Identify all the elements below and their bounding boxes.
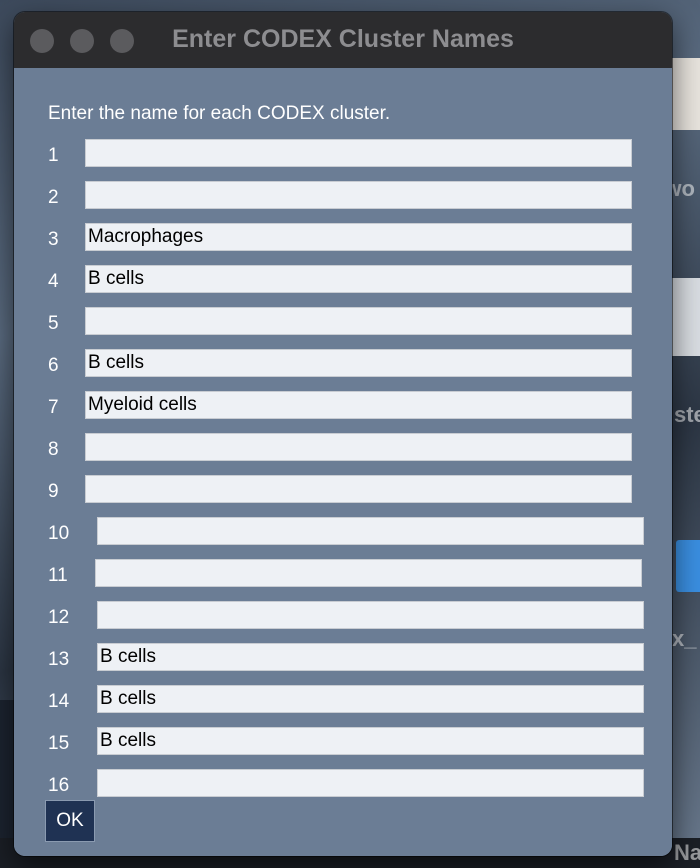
cluster-number-label: 8 — [48, 439, 59, 460]
cluster-name-input[interactable] — [85, 223, 632, 251]
cluster-number-label: 11 — [48, 565, 68, 586]
cluster-number-label: 9 — [48, 481, 59, 502]
cluster-name-input[interactable] — [85, 349, 632, 377]
cluster-number-label: 12 — [48, 607, 70, 628]
cluster-number-label: 2 — [48, 187, 59, 208]
cluster-name-input[interactable] — [85, 475, 632, 503]
cluster-name-input[interactable] — [85, 265, 632, 293]
cluster-number-label: 6 — [48, 355, 59, 376]
cluster-number-label: 1 — [48, 145, 59, 166]
cluster-number-label: 10 — [48, 523, 70, 544]
cluster-name-input[interactable] — [85, 181, 632, 209]
window-title: Enter CODEX Cluster Names — [172, 25, 514, 53]
cluster-number-label: 4 — [48, 271, 59, 292]
title-bar: Enter CODEX Cluster Names — [14, 12, 672, 69]
cluster-number-label: 14 — [48, 691, 70, 712]
background-thumbnail — [672, 278, 700, 356]
cluster-number-label: 7 — [48, 397, 59, 418]
cluster-name-input[interactable] — [97, 769, 644, 797]
cluster-name-input[interactable] — [85, 307, 632, 335]
background-thumbnail — [672, 58, 700, 130]
background-window-edge — [676, 540, 700, 592]
cluster-number-label: 13 — [48, 649, 70, 670]
cluster-name-input[interactable] — [85, 433, 632, 461]
background-label: x_ — [672, 626, 697, 651]
dialog-content: Enter the name for each CODEX cluster. 1… — [14, 68, 672, 856]
background-label: Na — [674, 840, 700, 865]
cluster-name-input[interactable] — [85, 391, 632, 419]
cluster-name-input[interactable] — [97, 685, 644, 713]
cluster-name-input[interactable] — [97, 601, 644, 629]
ok-button[interactable]: OK — [45, 800, 95, 842]
cluster-name-input[interactable] — [95, 559, 642, 587]
instruction-text: Enter the name for each CODEX cluster. — [48, 103, 391, 124]
cluster-name-input[interactable] — [85, 139, 632, 167]
cluster-number-label: 15 — [48, 733, 70, 754]
cluster-number-label: 3 — [48, 229, 59, 250]
cluster-name-input[interactable] — [97, 727, 644, 755]
cluster-number-label: 16 — [48, 775, 70, 796]
cluster-number-label: 5 — [48, 313, 59, 334]
background-label: ste — [674, 402, 700, 427]
cluster-name-input[interactable] — [97, 517, 644, 545]
cluster-names-dialog: Enter CODEX Cluster Names Enter the name… — [14, 12, 672, 856]
cluster-name-input[interactable] — [97, 643, 644, 671]
